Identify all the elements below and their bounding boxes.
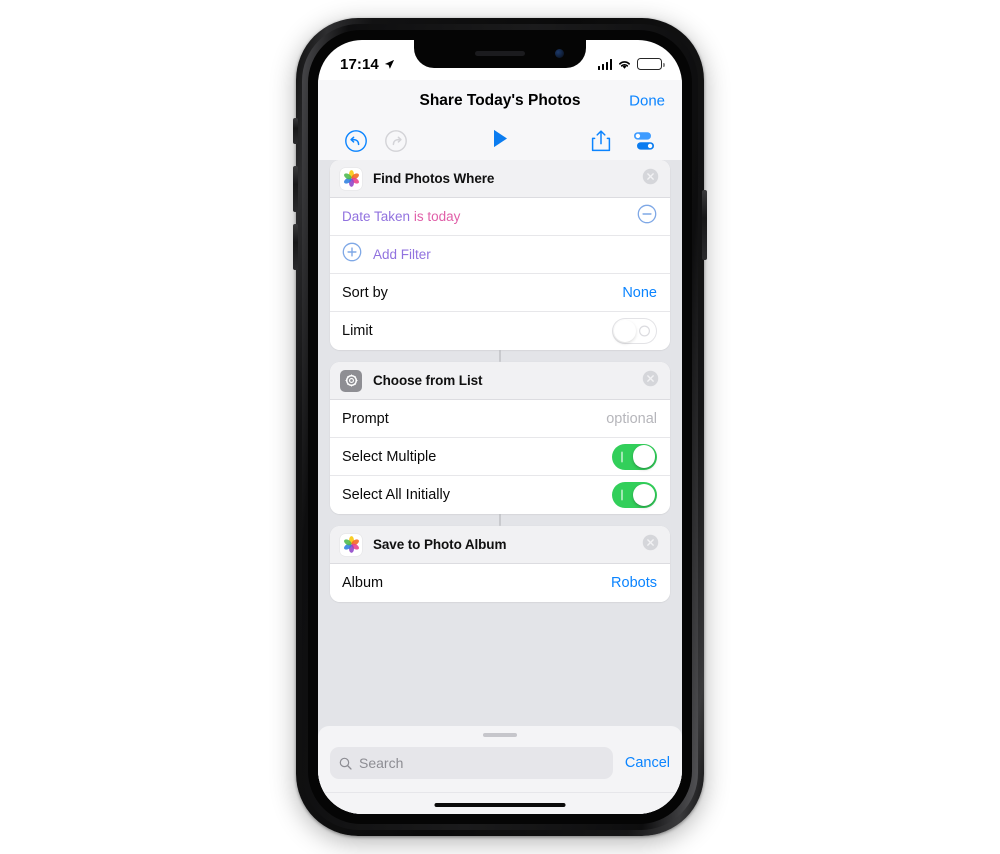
filter-row-date-taken[interactable]: Date Taken is today (330, 198, 670, 236)
battery-icon (637, 58, 665, 70)
cancel-button[interactable]: Cancel (625, 755, 670, 771)
screenshot-stage: 17:14 Share Today's Photos Done Find Pho… (0, 0, 1000, 854)
search-placeholder: Search (359, 755, 404, 771)
volume-down-button[interactable] (293, 224, 298, 270)
row-prompt[interactable]: Prompt optional (330, 400, 670, 438)
limit-toggle[interactable] (612, 318, 657, 344)
action-card-save-to-photo-album: Save to Photo Album Album Robots (318, 526, 682, 602)
gear-icon (340, 369, 362, 392)
search-sheet: Search Cancel (318, 726, 682, 814)
card: Choose from List Prompt optional Select … (330, 362, 670, 514)
mute-switch[interactable] (293, 118, 298, 144)
card-title: Save to Photo Album (373, 537, 507, 552)
row-album[interactable]: Album Robots (330, 564, 670, 602)
cellular-signal-icon (597, 58, 612, 70)
status-bar-left: 17:14 (340, 56, 395, 73)
done-button[interactable]: Done (629, 93, 665, 110)
nav-title-row: Share Today's Photos Done (318, 80, 682, 122)
action-connector (499, 350, 501, 362)
select-multiple-toggle[interactable] (612, 443, 657, 470)
photos-app-icon (340, 533, 362, 556)
page-title: Share Today's Photos (419, 92, 581, 109)
card-header[interactable]: Choose from List (330, 362, 670, 400)
plus-circle-icon (342, 242, 362, 267)
minus-circle-icon[interactable] (637, 204, 657, 229)
close-icon[interactable] (642, 534, 659, 556)
prompt-input-placeholder[interactable]: optional (606, 411, 657, 427)
share-icon[interactable] (590, 129, 612, 153)
shortcut-actions-list[interactable]: Find Photos Where Date Taken is today Ad… (318, 160, 682, 814)
row-value-sort-by[interactable]: None (622, 285, 657, 301)
wifi-icon (618, 60, 630, 69)
card-header[interactable]: Save to Photo Album (330, 526, 670, 564)
search-input[interactable]: Search (330, 747, 613, 779)
shortcut-settings-icon[interactable] (632, 130, 656, 152)
row-limit[interactable]: Limit (330, 312, 670, 350)
row-select-multiple[interactable]: Select Multiple (330, 438, 670, 476)
add-filter-label: Add Filter (373, 247, 431, 262)
row-label: Prompt (342, 410, 389, 427)
play-icon (494, 129, 507, 148)
photos-app-icon (340, 167, 362, 190)
volume-up-button[interactable] (293, 166, 298, 212)
card-header[interactable]: Find Photos Where (330, 160, 670, 198)
card-title: Find Photos Where (373, 171, 495, 186)
close-icon[interactable] (642, 168, 659, 190)
row-label: Sort by (342, 284, 388, 301)
row-select-all-initially[interactable]: Select All Initially (330, 476, 670, 514)
clock-label: 17:14 (340, 55, 379, 73)
action-connector (499, 514, 501, 526)
filter-key: Date Taken (342, 209, 411, 224)
close-icon[interactable] (642, 370, 659, 392)
undo-icon[interactable] (344, 129, 368, 153)
row-value-album[interactable]: Robots (611, 575, 657, 591)
select-all-initially-toggle[interactable] (612, 482, 657, 508)
notch (414, 40, 586, 68)
power-button[interactable] (702, 190, 707, 260)
editor-toolbar (318, 122, 682, 160)
card-title: Choose from List (373, 373, 483, 388)
search-icon (339, 757, 352, 770)
redo-icon (384, 129, 408, 153)
filter-text: Date Taken is today (342, 209, 460, 224)
front-camera (555, 49, 564, 58)
run-shortcut-button[interactable] (489, 128, 511, 155)
home-indicator[interactable] (434, 802, 566, 807)
row-label: Select All Initially (342, 487, 450, 503)
card: Find Photos Where Date Taken is today Ad… (330, 160, 670, 350)
filter-value: today (427, 209, 461, 224)
action-card-find-photos: Find Photos Where Date Taken is today Ad… (318, 160, 682, 350)
location-arrow-icon (384, 59, 394, 69)
navigation-bar: Share Today's Photos Done (318, 80, 682, 160)
row-sort-by[interactable]: Sort by None (330, 274, 670, 312)
row-label: Album (342, 575, 384, 591)
card: Save to Photo Album Album Robots (330, 526, 670, 602)
home-indicator-area (318, 792, 682, 814)
earpiece-speaker (475, 51, 525, 56)
search-row: Search Cancel (330, 747, 670, 779)
row-label: Limit (342, 323, 373, 339)
row-label: Select Multiple (342, 448, 437, 465)
phone-screen: 17:14 Share Today's Photos Done Find Pho… (318, 40, 682, 814)
action-card-choose-from-list: Choose from List Prompt optional Select … (318, 362, 682, 514)
filter-operator: is (413, 209, 424, 224)
add-filter-button[interactable]: Add Filter (330, 236, 670, 274)
status-bar-right (597, 58, 665, 70)
toolbar-left-group (344, 129, 408, 153)
toolbar-right-group (590, 129, 656, 153)
sheet-grabber[interactable] (483, 733, 517, 737)
